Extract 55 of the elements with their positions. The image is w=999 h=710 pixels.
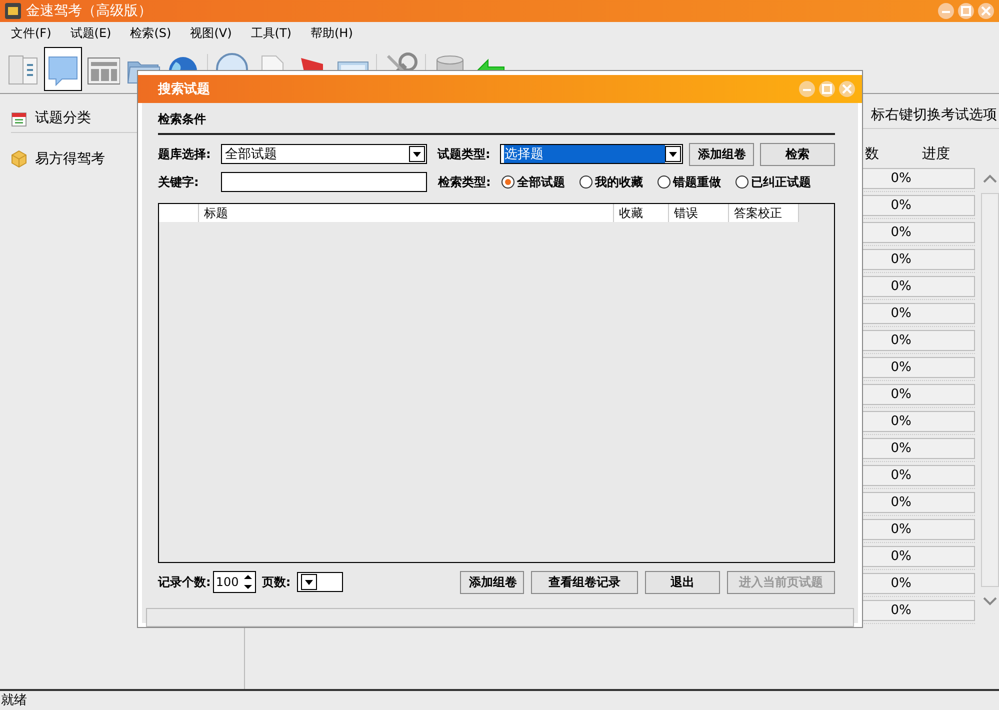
column-header: 数 [865, 145, 880, 163]
radio-label[interactable]: 已纠正试题 [751, 174, 811, 190]
minimize-button[interactable] [937, 2, 955, 20]
column-header: 收藏 [614, 204, 669, 222]
close-button[interactable] [838, 80, 856, 98]
status-bar: 就绪 [0, 689, 999, 710]
scroll-thumb[interactable] [980, 193, 998, 587]
radio-button[interactable] [735, 175, 749, 189]
close-button[interactable] [977, 2, 995, 20]
column-header: 进度 [921, 145, 951, 163]
dialog-title: 搜索试题 [158, 80, 210, 98]
dialog-button[interactable]: 查看组卷记录 [531, 570, 638, 594]
section-title: 检索条件 [158, 111, 835, 135]
dialog-button[interactable]: 添加组卷 [689, 142, 754, 166]
window-title: 金速驾考（高级版） [26, 2, 153, 20]
field-label: 页数: [262, 574, 291, 590]
menu-item[interactable]: 工具(T) [242, 25, 302, 42]
dialog-button[interactable]: 检索 [760, 142, 835, 166]
number-spinner[interactable]: 100 [212, 571, 256, 593]
radio-label[interactable]: 全部试题 [517, 174, 565, 190]
menu-item[interactable]: 视图(V) [182, 25, 243, 42]
column-header [159, 204, 199, 222]
minimize-button[interactable] [798, 80, 816, 98]
field-label: 试题类型: [438, 146, 492, 162]
search-icon [215, 52, 249, 71]
maximize-button[interactable] [957, 2, 975, 20]
toolbar-button[interactable] [44, 47, 82, 91]
app-logo-icon [4, 2, 22, 20]
radio-button[interactable] [501, 175, 515, 189]
radio-button[interactable] [657, 175, 671, 189]
dialog-button[interactable]: 添加组卷 [460, 570, 524, 594]
dialog-button[interactable]: 退出 [645, 570, 720, 594]
dropdown[interactable]: 全部试题 [220, 144, 427, 164]
column-header: 错误 [669, 204, 729, 222]
box-icon [11, 150, 27, 168]
field-label: 记录个数: [158, 574, 211, 590]
menu-item[interactable]: 试题(E) [62, 25, 122, 42]
calendar-icon [11, 110, 27, 126]
sidebar-item[interactable]: 易方得驾考 [35, 150, 105, 168]
dropdown[interactable] [296, 572, 343, 592]
field-label: 关键字: [158, 174, 200, 190]
field-label: 题库选择: [158, 146, 212, 162]
radio-label[interactable]: 错题重做 [673, 174, 721, 190]
radio-button[interactable] [579, 175, 593, 189]
dropdown[interactable]: 选择题 [500, 144, 684, 164]
column-header: 标题 [199, 204, 614, 222]
sidebar-item[interactable]: 试题分类 [35, 109, 91, 127]
keyword-field[interactable] [221, 172, 427, 192]
radio-label[interactable]: 我的收藏 [595, 174, 643, 190]
menu-item[interactable]: 检索(S) [122, 25, 182, 42]
menu-item[interactable]: 文件(F) [3, 25, 62, 42]
maximize-button[interactable] [818, 80, 836, 98]
field-label: 检索类型: [438, 174, 492, 190]
column-header: 答案校正 [729, 204, 799, 222]
menu-item[interactable]: 帮助(H) [302, 25, 364, 42]
